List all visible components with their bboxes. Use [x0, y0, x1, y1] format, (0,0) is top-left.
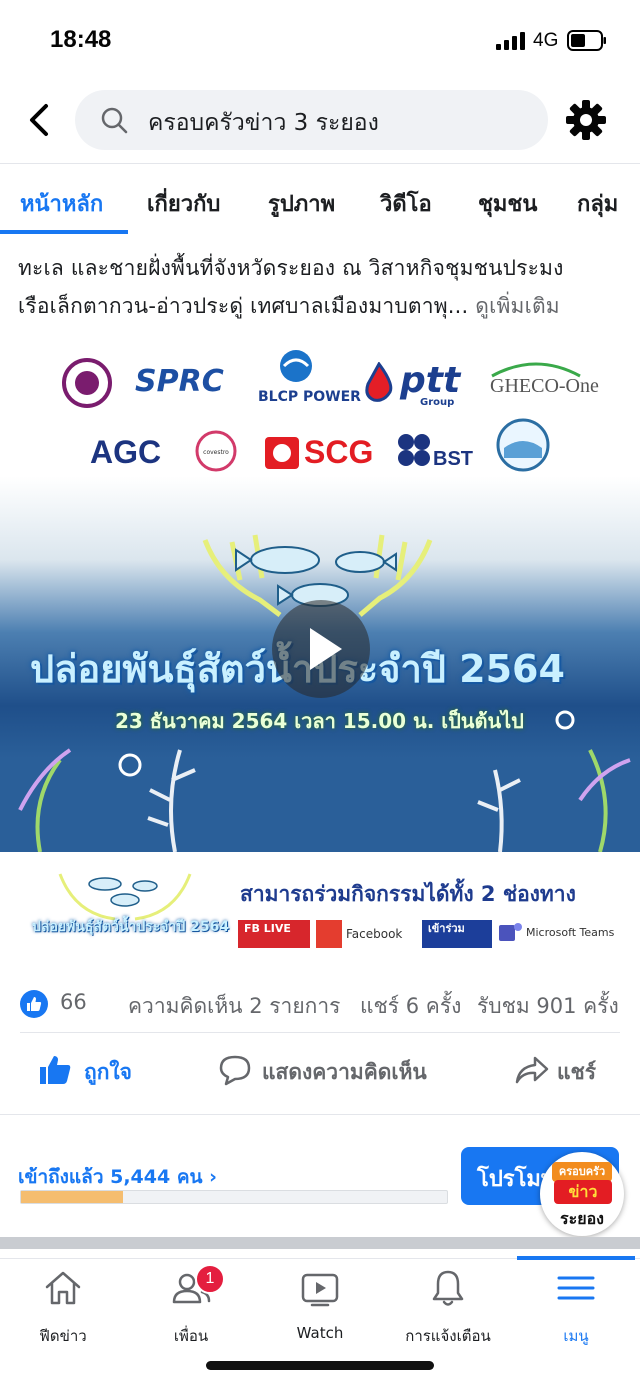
teams-label: Microsoft Teams [526, 926, 615, 939]
nav-selected-indicator [517, 1256, 635, 1260]
channels-title: สามารถร่วมกิจกรรมได้ทั้ง 2 ช่องทาง [240, 882, 576, 906]
logo-agc: AGC [90, 434, 162, 470]
like-reaction-icon[interactable] [20, 990, 48, 1018]
reach-progress-fill [21, 1191, 124, 1203]
tab-about[interactable]: เกี่ยวกับ [147, 186, 220, 221]
hamburger-menu-icon [557, 1276, 595, 1300]
share-count[interactable]: แชร์ 6 ครั้ง [360, 990, 461, 1023]
event-date: 23 ธันวาคม 2564 เวลา 15.00 น. เป็นต้นไป [115, 709, 524, 733]
logo-blcp-icon [280, 350, 312, 382]
view-count: รับชม 901 ครั้ง [477, 994, 619, 1018]
see-more-link[interactable]: ดูเพิ่มเติม [475, 294, 560, 318]
nav-item-watch[interactable]: Watch [265, 1268, 375, 1348]
home-icon [45, 1271, 81, 1305]
tab-home[interactable]: หน้าหลัก [20, 186, 103, 221]
logo-scg-icon [265, 437, 299, 469]
channel3-logo-icon [316, 920, 342, 948]
logo-covestro: covestro [203, 449, 229, 456]
tab-videos[interactable]: วิดีโอ [380, 186, 432, 221]
active-tab-indicator [0, 230, 128, 234]
tab-photos[interactable]: รูปภาพ [268, 186, 335, 221]
home-indicator [206, 1361, 434, 1370]
share-arrow-icon [515, 1056, 549, 1084]
nav-label-watch: Watch [296, 1324, 344, 1342]
status-bar: 18:48 4G [0, 0, 640, 82]
play-button[interactable] [272, 600, 370, 698]
search-query: ครอบครัวข่าว 3 ระยอง [148, 110, 379, 136]
stats-divider [20, 1032, 620, 1033]
search-bar[interactable]: ครอบครัวข่าว 3 ระยอง [75, 90, 548, 150]
comment-count[interactable]: ความคิดเห็น 2 รายการ [128, 990, 340, 1023]
page-tabs: หน้าหลัก เกี่ยวกับ รูปภาพ วิดีโอ ชุมชน ก… [0, 164, 640, 234]
feed-separator [0, 1237, 640, 1249]
logo-sprc: SPRC [135, 364, 224, 399]
reach-text: เข้าถึงแล้ว 5,444 คน [18, 1166, 203, 1188]
logo-ptt-drop-icon [365, 362, 393, 402]
like-button[interactable]: ถูกใจ [38, 1050, 148, 1094]
tab-groups[interactable]: กลุ่ม [577, 186, 618, 221]
nav-label-friends: เพื่อน [173, 1327, 209, 1345]
thumbs-up-icon [40, 1056, 71, 1084]
nav-label-menu: เมนู [563, 1327, 589, 1345]
comment-button-label: แสดงความคิดเห็น [262, 1060, 427, 1084]
search-icon [101, 107, 128, 134]
nav-label-feed: ฟีดข่าว [39, 1327, 87, 1345]
comment-button[interactable]: แสดงความคิดเห็น [218, 1050, 448, 1094]
post-text-line-2: เรือเล็กตากวน-อ่าวประดู่ เทศบาลเมืองมาบต… [18, 290, 560, 323]
network-type: 4G [533, 30, 559, 51]
avatar-text: ระยอง [560, 1209, 604, 1228]
logo-ptt: ptt [400, 360, 461, 401]
gear-icon[interactable] [565, 99, 607, 141]
tab-community[interactable]: ชุมชน [478, 186, 537, 221]
share-button-label: แชร์ [557, 1060, 597, 1084]
logo-gheco: GHECO-One [490, 375, 599, 397]
status-time: 18:48 [50, 26, 112, 53]
battery-icon [567, 30, 606, 51]
nav-item-friends[interactable]: เพื่อน [136, 1268, 246, 1348]
logo-covestro-icon: covestro [195, 430, 237, 472]
bell-icon [432, 1270, 464, 1306]
facebook-label: Facebook [346, 927, 403, 941]
join-label: เข้าร่วม [422, 920, 492, 948]
logo-bst-icon [398, 434, 430, 466]
post-text-line-1: ทะเล และชายฝั่งพื้นที่จังหวัดระยอง ณ วิส… [18, 256, 564, 280]
logo-scg: SCG [304, 434, 374, 470]
post-video-thumbnail[interactable]: SPRC BLCP POWER ptt Group GHECO-One AGC … [0, 330, 640, 968]
nav-item-feed[interactable]: ฟีดข่าว [8, 1268, 118, 1348]
microsoft-teams-icon [499, 923, 522, 941]
logo-ptt-group: Group [420, 397, 455, 408]
like-button-label: ถูกใจ [84, 1060, 132, 1084]
back-arrow-icon[interactable] [20, 100, 60, 140]
signal-icon [496, 32, 525, 50]
watch-video-icon [301, 1273, 339, 1307]
nav-item-notifications[interactable]: การแจ้งเตือน [393, 1268, 503, 1348]
reach-link[interactable]: เข้าถึงแล้ว 5,444 คน › [18, 1162, 217, 1192]
actions-divider [0, 1114, 640, 1115]
nav-label-notifications: การแจ้งเตือน [405, 1327, 491, 1345]
comment-bubble-icon [219, 1055, 251, 1086]
post-text-content: เรือเล็กตากวน-อ่าวประดู่ เทศบาลเมืองมาบต… [18, 294, 469, 318]
small-event-title: ปล่อยพันธุ์สัตว์น้ำประจำปี 2564 [32, 919, 230, 935]
fb-live-label: FB LIVE [238, 920, 310, 948]
avatar-mid-text: ข่าว [554, 1180, 612, 1204]
logo-blcp: BLCP POWER [258, 389, 361, 405]
small-hands-fish-icon [58, 873, 192, 921]
reach-progress-bar [20, 1190, 448, 1204]
logo-emblem-icon [62, 358, 112, 408]
logo-bst: BST [433, 448, 473, 470]
avatar-top-text: ครอบครัว [552, 1162, 612, 1182]
share-button[interactable]: แชร์ [515, 1050, 625, 1094]
like-count[interactable]: 66 [60, 990, 87, 1014]
chevron-right-icon: › [209, 1166, 217, 1188]
logo-seal-icon [496, 418, 550, 472]
friends-badge: 1 [195, 1264, 225, 1294]
nav-item-menu[interactable]: เมนู [521, 1268, 631, 1348]
logo-gheco-arc-icon [491, 362, 581, 378]
page-avatar[interactable]: ครอบครัว ข่าว ระยอง [540, 1152, 624, 1236]
play-icon [310, 628, 342, 670]
